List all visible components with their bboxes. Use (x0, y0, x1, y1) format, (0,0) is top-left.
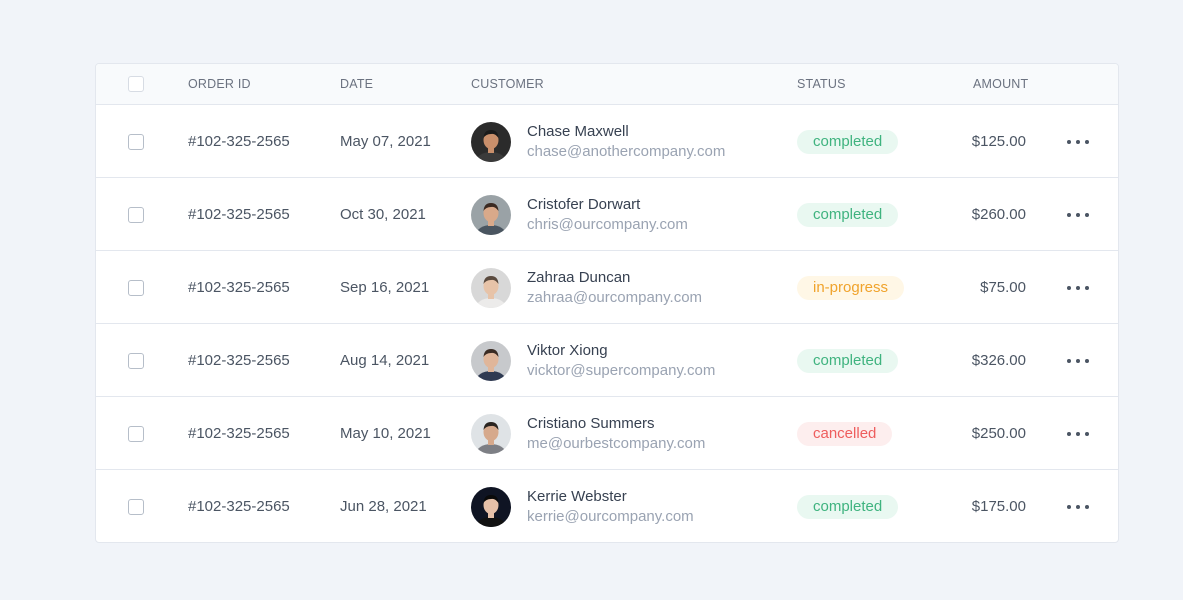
select-all-checkbox[interactable] (128, 76, 144, 92)
customer-name[interactable]: Chase Maxwell (527, 122, 725, 142)
avatar-photo-icon[interactable] (471, 267, 511, 308)
order-id[interactable]: #102-325-2565 (188, 178, 290, 251)
status-badge: cancelled (797, 421, 893, 446)
status-badge: completed (797, 202, 899, 227)
customer-email[interactable]: chase@anothercompany.com (527, 142, 725, 162)
row-checkbox[interactable] (128, 133, 144, 150)
order-amount: $250.00 (971, 425, 1026, 442)
status-badge: completed (797, 129, 899, 154)
status-cell: completed (797, 470, 899, 542)
avatar-photo-icon[interactable] (471, 413, 511, 454)
table-row[interactable]: #102-325-2565 May 10, 2021 Cristiano Sum… (96, 397, 1118, 470)
status-cell: completed (797, 178, 899, 251)
column-header-order-id[interactable]: ORDER ID (188, 64, 251, 104)
more-horizontal-icon[interactable] (1067, 424, 1089, 444)
avatar-photo-icon[interactable] (471, 121, 511, 162)
column-header-date[interactable]: DATE (340, 64, 373, 104)
orders-table: ORDER ID DATE CUSTOMER STATUS AMOUNT #10… (95, 63, 1119, 543)
customer-email[interactable]: kerrie@ourcompany.com (527, 507, 694, 527)
column-header-customer[interactable]: CUSTOMER (471, 64, 544, 104)
customer-info: Viktor Xiong vicktor@supercompany.com (527, 341, 715, 381)
order-date: Jun 28, 2021 (340, 498, 427, 515)
more-horizontal-icon[interactable] (1067, 278, 1089, 298)
status-cell: completed (797, 324, 899, 397)
customer-cell: Kerrie Webster kerrie@ourcompany.com (471, 470, 694, 542)
row-select-cell (128, 470, 144, 542)
column-header-amount[interactable]: AMOUNT (973, 64, 1028, 104)
customer-cell: Chase Maxwell chase@anothercompany.com (471, 105, 725, 178)
customer-cell: Cristiano Summers me@ourbestcompany.com (471, 397, 705, 470)
table-row[interactable]: #102-325-2565 Aug 14, 2021 Viktor Xiong … (96, 324, 1118, 397)
avatar-photo-icon[interactable] (471, 340, 511, 381)
customer-name[interactable]: Zahraa Duncan (527, 268, 702, 288)
more-horizontal-icon[interactable] (1067, 132, 1089, 152)
customer-info: Cristofer Dorwart chris@ourcompany.com (527, 195, 688, 235)
row-select-cell (128, 251, 144, 324)
table-header: ORDER ID DATE CUSTOMER STATUS AMOUNT (96, 64, 1118, 105)
customer-cell: Cristofer Dorwart chris@ourcompany.com (471, 178, 688, 251)
row-actions-cell (1067, 251, 1089, 324)
status-badge: completed (797, 348, 899, 373)
table-row[interactable]: #102-325-2565 May 07, 2021 Chase Maxwell… (96, 105, 1118, 178)
order-date: Oct 30, 2021 (340, 206, 426, 223)
row-actions-cell (1067, 324, 1089, 397)
status-cell: completed (797, 105, 899, 178)
status-cell: cancelled (797, 397, 893, 470)
customer-info: Cristiano Summers me@ourbestcompany.com (527, 414, 705, 454)
row-checkbox[interactable] (128, 352, 144, 369)
column-header-status[interactable]: STATUS (797, 64, 846, 104)
row-actions-cell (1067, 105, 1089, 178)
status-badge: completed (797, 494, 899, 519)
row-checkbox[interactable] (128, 206, 144, 223)
customer-name[interactable]: Kerrie Webster (527, 487, 694, 507)
customer-name[interactable]: Viktor Xiong (527, 341, 715, 361)
customer-name[interactable]: Cristofer Dorwart (527, 195, 688, 215)
customer-info: Kerrie Webster kerrie@ourcompany.com (527, 487, 694, 527)
row-actions-cell (1067, 470, 1089, 542)
order-date: Aug 14, 2021 (340, 352, 430, 369)
more-horizontal-icon[interactable] (1067, 351, 1089, 371)
customer-info: Chase Maxwell chase@anothercompany.com (527, 122, 725, 162)
customer-email[interactable]: vicktor@supercompany.com (527, 361, 715, 381)
row-select-cell (128, 324, 144, 397)
row-checkbox[interactable] (128, 279, 144, 296)
order-id[interactable]: #102-325-2565 (188, 470, 290, 542)
select-all-cell (128, 64, 144, 104)
more-horizontal-icon[interactable] (1067, 497, 1089, 517)
order-amount: $175.00 (971, 498, 1026, 515)
order-date: May 07, 2021 (340, 133, 431, 150)
customer-email[interactable]: zahraa@ourcompany.com (527, 288, 702, 308)
customer-cell: Zahraa Duncan zahraa@ourcompany.com (471, 251, 702, 324)
customer-email[interactable]: me@ourbestcompany.com (527, 434, 705, 454)
customer-cell: Viktor Xiong vicktor@supercompany.com (471, 324, 715, 397)
more-horizontal-icon[interactable] (1067, 205, 1089, 225)
order-date: Sep 16, 2021 (340, 279, 430, 296)
status-cell: in-progress (797, 251, 905, 324)
order-id[interactable]: #102-325-2565 (188, 397, 290, 470)
avatar-photo-icon[interactable] (471, 486, 511, 527)
order-id[interactable]: #102-325-2565 (188, 105, 290, 178)
order-amount: $75.00 (980, 279, 1026, 296)
customer-email[interactable]: chris@ourcompany.com (527, 215, 688, 235)
order-amount: $125.00 (971, 133, 1026, 150)
row-select-cell (128, 397, 144, 470)
table-row[interactable]: #102-325-2565 Jun 28, 2021 Kerrie Webste… (96, 470, 1118, 542)
row-checkbox[interactable] (128, 425, 144, 442)
row-select-cell (128, 178, 144, 251)
avatar-photo-icon[interactable] (471, 194, 511, 235)
row-select-cell (128, 105, 144, 178)
order-id[interactable]: #102-325-2565 (188, 251, 290, 324)
status-badge: in-progress (797, 275, 905, 300)
order-date: May 10, 2021 (340, 425, 431, 442)
table-row[interactable]: #102-325-2565 Oct 30, 2021 Cristofer Dor… (96, 178, 1118, 251)
order-amount: $260.00 (971, 206, 1026, 223)
row-actions-cell (1067, 397, 1089, 470)
row-actions-cell (1067, 178, 1089, 251)
customer-info: Zahraa Duncan zahraa@ourcompany.com (527, 268, 702, 308)
row-checkbox[interactable] (128, 498, 144, 515)
order-amount: $326.00 (971, 352, 1026, 369)
customer-name[interactable]: Cristiano Summers (527, 414, 705, 434)
order-id[interactable]: #102-325-2565 (188, 324, 290, 397)
table-row[interactable]: #102-325-2565 Sep 16, 2021 Zahraa Duncan… (96, 251, 1118, 324)
